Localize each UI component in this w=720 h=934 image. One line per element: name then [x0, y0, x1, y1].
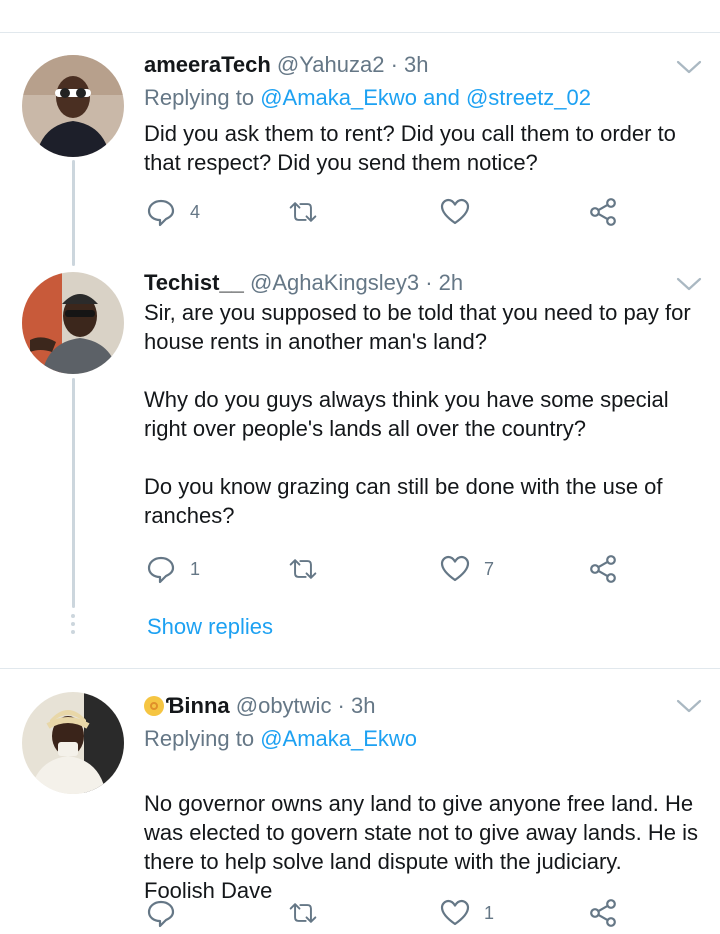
replying-prefix: Replying to — [144, 726, 261, 751]
share-icon — [590, 899, 616, 927]
emoji-icon — [144, 696, 164, 716]
mention-link[interactable]: @Amaka_Ekwo — [260, 726, 417, 751]
handle-and-time: @obytwic · 3h — [235, 693, 376, 718]
mention-link[interactable]: @Amaka_Ekwo and @streetz_02 — [260, 85, 591, 110]
tweet-paragraph: Why do you guys always think you have so… — [144, 387, 669, 441]
tweet-text: Did you ask them to rent? Did you call t… — [144, 119, 704, 177]
avatar[interactable] — [22, 272, 124, 374]
heart-icon — [440, 198, 470, 225]
tweet-text: Sir, are you supposed to be told that yo… — [144, 298, 704, 530]
action-bar: 1 — [144, 896, 704, 930]
like-button[interactable]: 7 — [440, 552, 494, 586]
heart-icon — [440, 555, 470, 582]
like-button[interactable] — [440, 195, 470, 229]
reply-button[interactable]: 1 — [146, 552, 200, 586]
avatar[interactable] — [22, 55, 124, 157]
thread-dots — [70, 614, 77, 638]
like-count: 1 — [484, 902, 495, 923]
share-button[interactable] — [588, 896, 618, 930]
replying-to: Replying to @Amaka_Ekwo and @streetz_02 — [144, 83, 591, 113]
reply-icon — [147, 900, 175, 928]
display-name[interactable]: Techist__ — [144, 270, 244, 295]
replying-to: Replying to @Amaka_Ekwo — [144, 724, 417, 754]
replying-prefix: Replying to — [144, 85, 261, 110]
retweet-button[interactable] — [288, 195, 318, 229]
share-icon — [590, 555, 616, 583]
tweet-paragraph: Sir, are you supposed to be told that yo… — [144, 300, 691, 354]
share-button[interactable] — [588, 195, 618, 229]
tweet-paragraph: Do you know grazing can still be done wi… — [144, 474, 663, 528]
tweet-header: Ɓinna @obytwic · 3h — [144, 691, 680, 721]
tweet-paragraph: Did you ask them to rent? Did you call t… — [144, 121, 676, 175]
reply-button[interactable] — [146, 896, 176, 930]
conversation-divider — [0, 668, 720, 669]
reply-icon — [147, 556, 175, 584]
display-name[interactable]: Ɓinna — [166, 693, 236, 718]
heart-icon — [440, 899, 470, 926]
tweet-header: ameeraTech @Yahuza2 · 3h — [144, 50, 680, 80]
top-divider — [0, 32, 720, 33]
tweet-header: Techist__ @AghaKingsley3 · 2h — [144, 268, 680, 298]
chevron-down-icon[interactable] — [676, 59, 702, 75]
reply-count: 1 — [190, 558, 201, 579]
like-button[interactable]: 1 — [440, 896, 494, 930]
reply-count: 4 — [190, 201, 201, 222]
reply-button[interactable]: 4 — [146, 195, 200, 229]
retweet-icon — [289, 202, 317, 222]
chevron-down-icon[interactable] — [676, 698, 702, 714]
share-icon — [590, 198, 616, 226]
action-bar: 4 — [144, 195, 704, 229]
handle-and-time: @Yahuza2 · 3h — [276, 52, 429, 77]
retweet-icon — [289, 559, 317, 579]
retweet-button[interactable] — [288, 896, 318, 930]
thread-connector — [72, 378, 75, 608]
handle-and-time: @AghaKingsley3 · 2h — [249, 270, 464, 295]
retweet-icon — [289, 903, 317, 923]
thread-connector — [72, 160, 75, 266]
like-count: 7 — [484, 558, 495, 579]
retweet-button[interactable] — [288, 552, 318, 586]
show-replies-link[interactable]: Show replies — [147, 614, 273, 640]
tweet-paragraph: No governor owns any land to give anyone… — [144, 791, 698, 903]
reply-icon — [147, 199, 175, 227]
share-button[interactable] — [588, 552, 618, 586]
action-bar: 1 7 — [144, 552, 704, 586]
chevron-down-icon[interactable] — [676, 276, 702, 292]
avatar[interactable] — [22, 692, 124, 794]
display-name[interactable]: ameeraTech — [144, 52, 271, 77]
